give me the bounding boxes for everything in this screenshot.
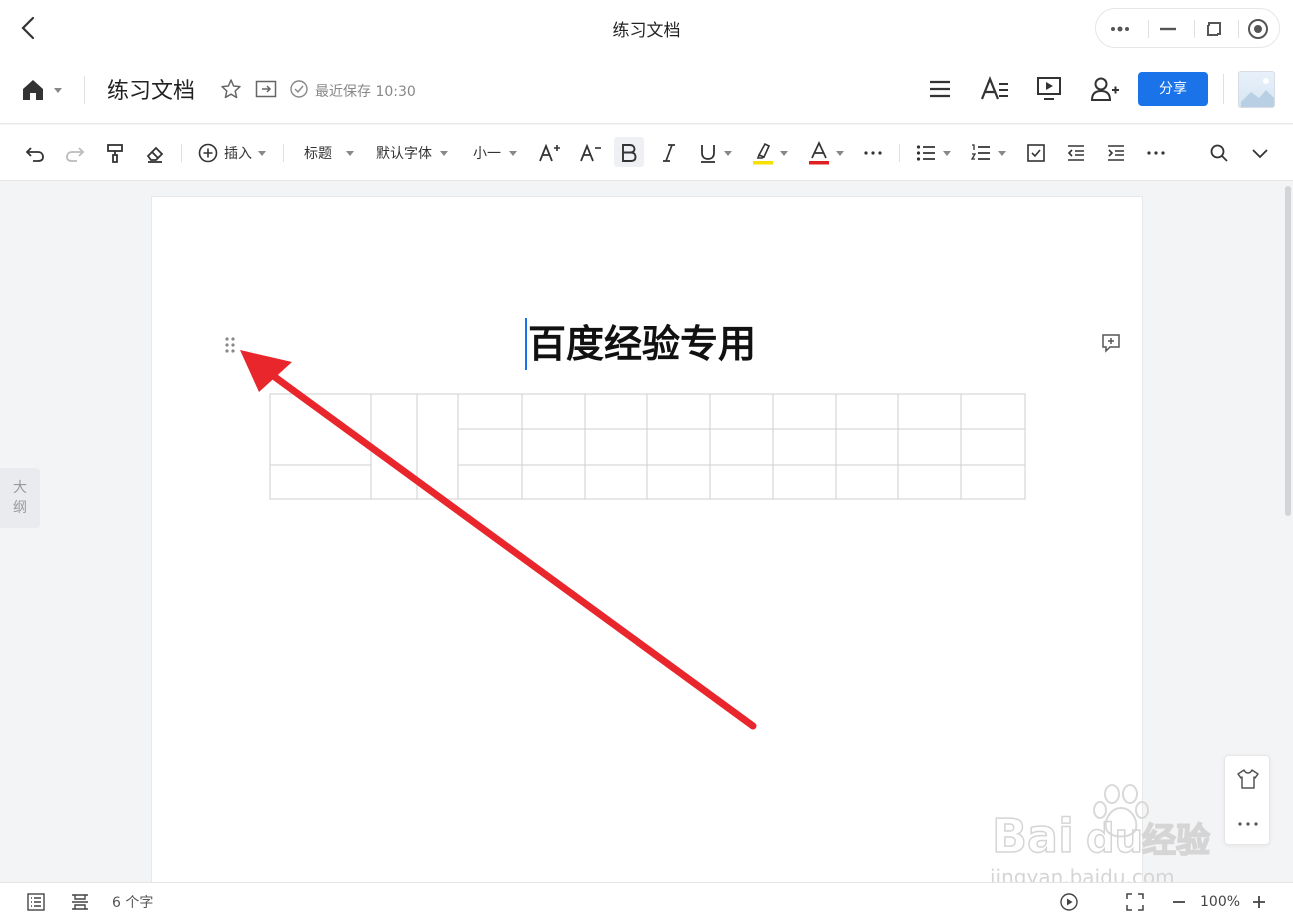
play-icon[interactable] <box>1059 883 1079 920</box>
doc-header: 练习文档 最近保存 10:30 分享 <box>0 56 1293 124</box>
minimize-icon[interactable] <box>1154 15 1182 43</box>
scrollbar-thumb[interactable] <box>1285 186 1291 516</box>
format-toolbar: 插入 标题 默认字体 小一 <box>0 125 1293 181</box>
paragraph-style-select[interactable]: 标题 <box>304 125 354 181</box>
chevron-down-icon <box>509 150 517 156</box>
zoom-in-icon[interactable] <box>1250 883 1268 920</box>
chevron-down-icon <box>440 150 448 156</box>
decrease-font-icon[interactable] <box>579 125 603 181</box>
fullscreen-icon[interactable] <box>1125 883 1145 920</box>
insert-menu[interactable]: 插入 <box>198 125 266 181</box>
zoom-level[interactable]: 100% <box>1200 883 1240 920</box>
drag-handle-icon[interactable] <box>223 335 237 355</box>
document-table[interactable] <box>269 393 1027 501</box>
bullet-list-icon[interactable] <box>915 125 951 181</box>
highlight-icon[interactable] <box>752 125 788 181</box>
document-page[interactable] <box>151 196 1143 886</box>
add-comment-icon[interactable] <box>1100 332 1122 354</box>
restore-icon[interactable] <box>1200 15 1228 43</box>
outline-label: 大 <box>13 480 27 496</box>
outline-view-icon[interactable] <box>26 883 46 920</box>
redo-icon[interactable] <box>64 125 86 181</box>
indent-icon[interactable] <box>1105 125 1127 181</box>
document-heading[interactable]: 百度经验专用 <box>528 318 756 370</box>
page-layout-icon[interactable] <box>70 883 90 920</box>
document-title[interactable]: 练习文档 <box>107 73 195 105</box>
word-count[interactable]: 6 个字 <box>112 883 157 920</box>
insert-label: 插入 <box>224 146 252 162</box>
collapse-toolbar-icon[interactable] <box>1249 125 1271 181</box>
italic-icon[interactable] <box>660 125 678 181</box>
share-button[interactable]: 分享 <box>1138 72 1208 106</box>
add-collaborator-icon[interactable] <box>1090 75 1120 103</box>
theme-shirt-icon[interactable] <box>1236 768 1260 790</box>
chevron-down-icon <box>780 150 788 156</box>
text-style-icon[interactable] <box>980 76 1010 102</box>
checkbox-list-icon[interactable] <box>1025 125 1047 181</box>
more-options-icon[interactable] <box>1236 814 1260 834</box>
avatar[interactable] <box>1238 71 1275 108</box>
chevron-down-icon <box>346 150 354 156</box>
eraser-icon[interactable] <box>144 125 166 181</box>
outline-tab[interactable]: 大 纲 <box>0 468 40 528</box>
more-format-icon[interactable] <box>862 125 884 181</box>
chevron-down-icon <box>724 150 732 156</box>
search-icon[interactable] <box>1208 125 1230 181</box>
window-controls <box>1095 8 1280 48</box>
title-bar: 练习文档 <box>0 0 1293 56</box>
chevron-down-icon <box>836 150 844 156</box>
highlight-color-swatch <box>753 161 773 165</box>
font-family-select[interactable]: 默认字体 <box>376 125 448 181</box>
font-size-select[interactable]: 小一 <box>473 125 517 181</box>
size-label: 小一 <box>473 146 501 162</box>
more-dots-icon[interactable] <box>1106 15 1134 43</box>
text-cursor <box>525 318 527 370</box>
floating-panel <box>1224 755 1270 845</box>
svg-text:经验: 经验 <box>1142 821 1210 861</box>
word-count-label: 6 个字 <box>112 895 154 911</box>
presentation-icon[interactable] <box>1036 75 1062 103</box>
menu-icon[interactable] <box>927 76 953 102</box>
close-target-icon[interactable] <box>1244 15 1272 43</box>
outline-label: 纲 <box>13 500 27 516</box>
status-bar: 6 个字 100% <box>0 882 1293 920</box>
chevron-down-icon <box>998 150 1006 156</box>
font-color-swatch <box>809 161 829 165</box>
outdent-icon[interactable] <box>1065 125 1087 181</box>
numbered-list-icon[interactable] <box>970 125 1006 181</box>
chevron-down-icon <box>258 150 266 156</box>
chevron-down-icon <box>943 150 951 156</box>
move-folder-icon[interactable] <box>255 79 277 99</box>
zoom-out-icon[interactable] <box>1170 883 1188 920</box>
increase-font-icon[interactable] <box>538 125 562 181</box>
bold-icon[interactable] <box>620 125 638 181</box>
underline-icon[interactable] <box>698 125 732 181</box>
more-tools-icon[interactable] <box>1145 125 1167 181</box>
style-label: 标题 <box>304 146 332 162</box>
font-color-icon[interactable] <box>808 125 844 181</box>
save-status: 最近保存 10:30 <box>315 84 416 100</box>
format-painter-icon[interactable] <box>104 125 126 181</box>
star-icon[interactable] <box>220 78 242 100</box>
saved-check-icon <box>289 79 309 99</box>
undo-icon[interactable] <box>24 125 46 181</box>
font-label: 默认字体 <box>376 146 432 162</box>
home-menu[interactable] <box>20 76 66 104</box>
